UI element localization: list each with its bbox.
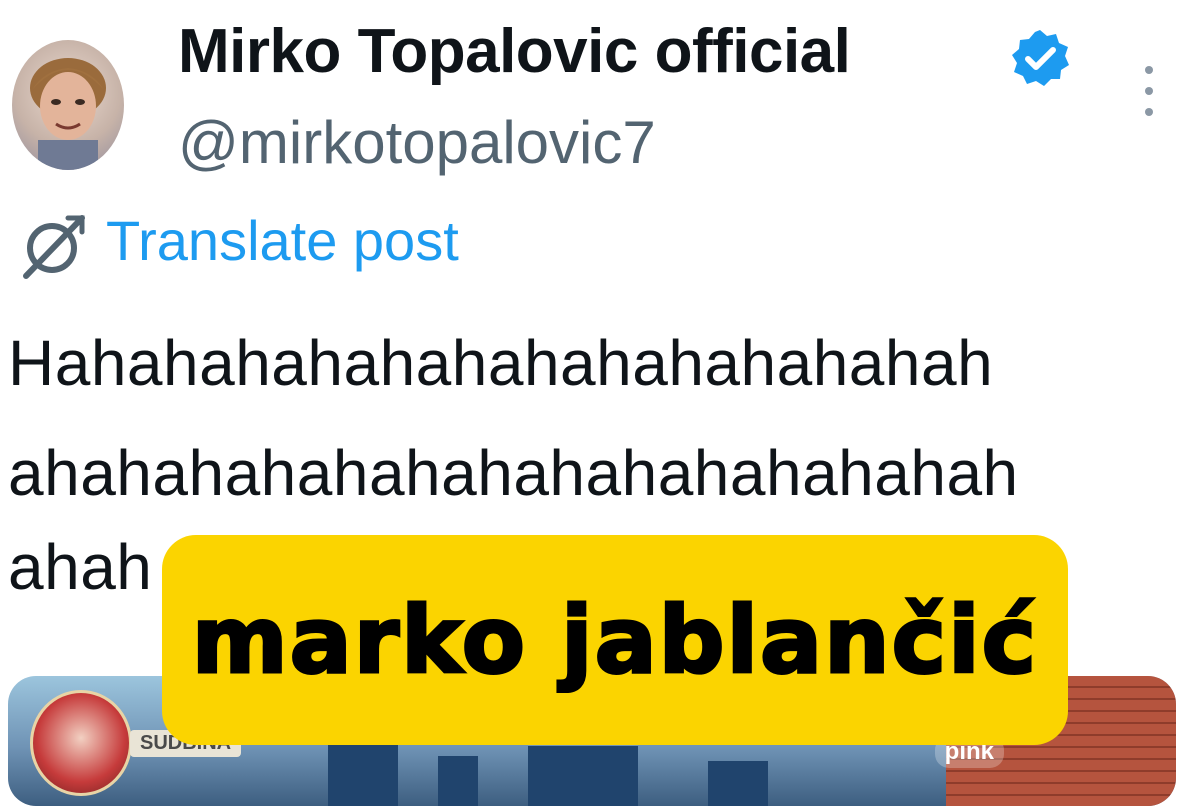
caption-text: marko jablančić [190, 585, 1039, 695]
avatar-portrait [30, 58, 106, 170]
building-shape [528, 746, 638, 806]
handle[interactable]: @mirkotopalovic7 [178, 108, 656, 177]
translate-post-link[interactable]: Translate post [106, 208, 459, 273]
building-shape [328, 736, 398, 806]
building-shape [708, 761, 768, 806]
more-vertical-icon [1145, 66, 1153, 74]
post-text-line: ahahahahahahahahahahahahahah [8, 437, 1019, 509]
post-text-line: ahah [8, 531, 153, 603]
verified-badge-icon [1012, 30, 1069, 86]
more-options-button[interactable] [1134, 66, 1164, 116]
building-shape [438, 756, 478, 806]
display-name[interactable]: Mirko Topalovic official [178, 16, 851, 87]
caption-banner: marko jablančić [162, 535, 1068, 745]
show-logo [30, 690, 132, 796]
post-text-line: Hahahahahahahahahahahahahah [8, 327, 994, 399]
avatar[interactable] [12, 40, 124, 170]
globe-icon [23, 215, 85, 279]
